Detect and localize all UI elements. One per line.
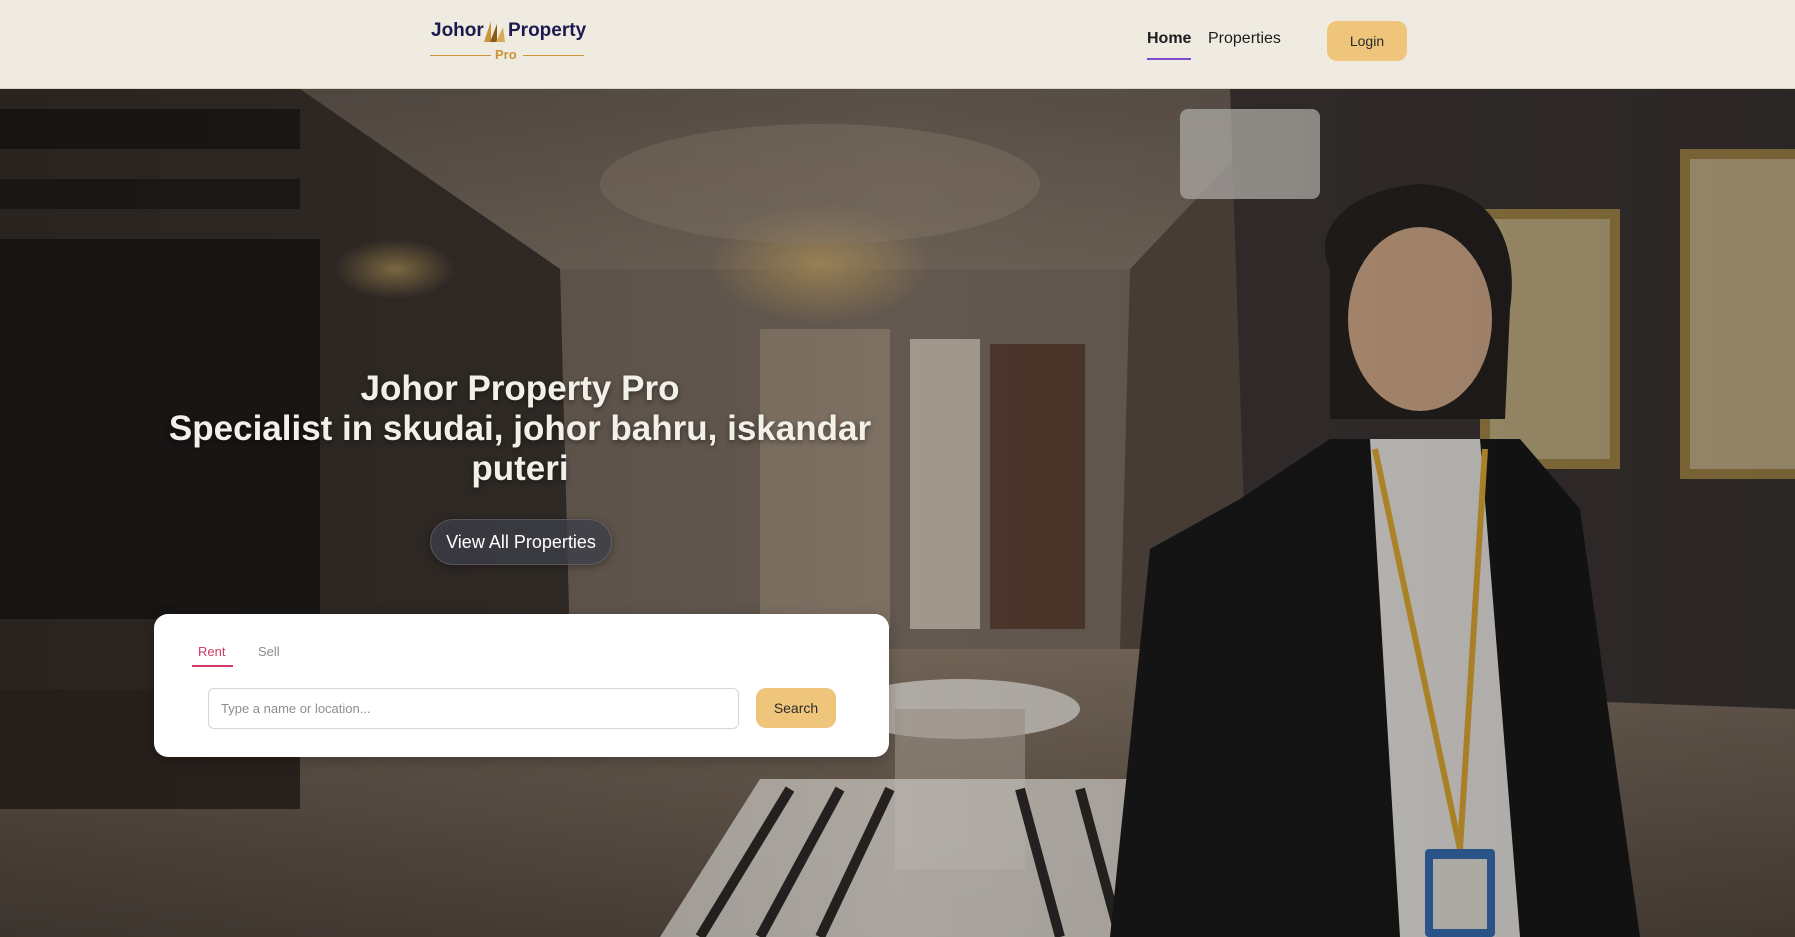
- hero-title: Johor Property Pro Specialist in skudai,…: [120, 369, 920, 489]
- nav-active-indicator: [1147, 58, 1191, 60]
- brand-name-right: Property: [508, 20, 587, 41]
- navbar: Johor Property Pro Home Properties Login: [0, 0, 1795, 89]
- brand-name-left: Johor: [431, 20, 484, 41]
- nav-home-link[interactable]: Home: [1147, 30, 1191, 48]
- logo-divider-left: [430, 55, 491, 56]
- search-button[interactable]: Search: [756, 688, 836, 728]
- tab-rent[interactable]: Rent: [198, 644, 225, 659]
- hero-section: Johor Property Pro Specialist in skudai,…: [0, 89, 1795, 937]
- search-input[interactable]: [208, 688, 739, 729]
- search-card: Rent Sell Search: [154, 614, 889, 757]
- view-all-properties-button[interactable]: View All Properties: [430, 519, 612, 565]
- tab-sell[interactable]: Sell: [258, 644, 280, 659]
- hero-title-line1: Johor Property Pro: [360, 369, 680, 408]
- nav-properties-link[interactable]: Properties: [1208, 30, 1281, 48]
- tab-active-indicator: [192, 665, 233, 667]
- logo-divider-right: [523, 55, 584, 56]
- brand-subtitle: Pro: [495, 47, 517, 62]
- brand-logo[interactable]: Johor Property Pro: [428, 16, 588, 66]
- sail-logo-icon: [484, 21, 505, 42]
- hero-background-image: [0, 89, 1795, 937]
- login-button[interactable]: Login: [1327, 21, 1407, 61]
- hero-title-line2: Specialist in skudai, johor bahru, iskan…: [168, 409, 872, 488]
